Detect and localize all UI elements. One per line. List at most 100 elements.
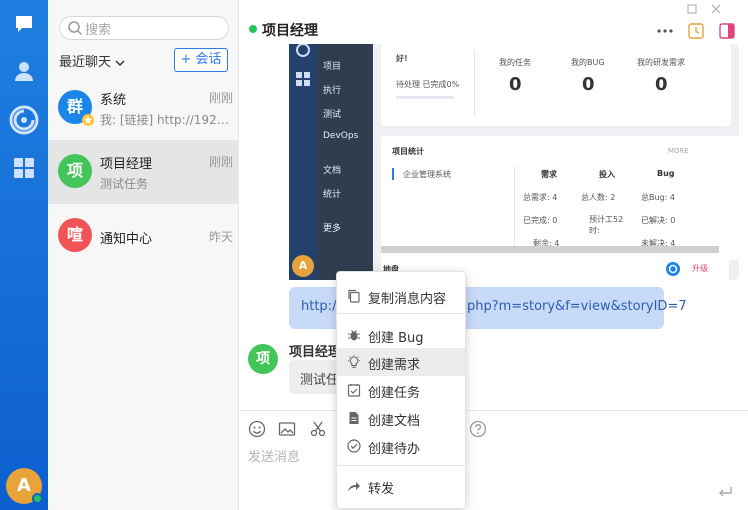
conversation-item-project-manager[interactable]: 项 项目经理 刚刚 测试任务 <box>48 140 239 204</box>
link-text-prefix[interactable]: http:// <box>301 299 341 314</box>
screenshot-stat-value: 0 <box>509 74 522 95</box>
screenshot-col-header: Bug <box>657 169 675 178</box>
sender-avatar[interactable]: 项 <box>248 344 278 374</box>
check-circle-icon <box>347 439 361 453</box>
screenshot-cell: 总Bug: 4 <box>641 193 675 202</box>
screenshot-logo-icon <box>296 44 310 57</box>
screenshot-divider <box>514 166 515 246</box>
menu-item-label: 复制消息内容 <box>368 292 447 307</box>
screenshot-menu-item: 项目 <box>323 62 342 72</box>
contact-avatar: 项 <box>58 154 92 188</box>
star-badge-icon <box>82 114 94 126</box>
online-status-dot <box>32 493 43 504</box>
forward-icon <box>348 482 360 491</box>
conversation-preview: 我: [链接] http://192.16... <box>100 113 230 127</box>
create-todo-menu-item[interactable]: 创建待办 <box>337 432 465 460</box>
zentao-logo-icon <box>9 105 39 135</box>
menu-divider <box>337 465 465 466</box>
search-placeholder: 搜索 <box>85 23 112 38</box>
notification-avatar: 喧 <box>58 218 92 252</box>
screenshot-divider <box>474 50 475 116</box>
screenshot-scissors-icon[interactable] <box>309 420 327 438</box>
create-bug-menu-item[interactable]: 创建 Bug <box>337 321 465 349</box>
maximize-icon[interactable] <box>687 4 697 14</box>
conversation-name: 通知中心 <box>100 232 153 247</box>
send-enter-icon[interactable] <box>717 486 733 500</box>
conversation-name: 项目经理 <box>100 157 153 172</box>
screenshot-project-name: 企业管理系统 <box>403 170 451 179</box>
emoji-icon[interactable] <box>248 420 266 438</box>
screenshot-col-header: 需求 <box>541 170 557 179</box>
screenshot-menu-item: 更多 <box>323 224 342 234</box>
screenshot-avatar: A <box>292 255 314 277</box>
sender-name: 项目经理 <box>289 345 342 360</box>
screenshot-col-header: 投入 <box>599 170 615 179</box>
conversation-preview: 测试任务 <box>100 177 149 191</box>
copy-message-menu-item[interactable]: 复制消息内容 <box>337 282 465 310</box>
forward-menu-item[interactable]: 转发 <box>337 472 465 500</box>
screenshot-menu-item: 测试 <box>323 110 342 120</box>
screenshot-menu <box>317 44 373 280</box>
conversation-item-notification-center[interactable]: 喧 通知中心 昨天 <box>48 204 239 268</box>
chat-nav-button[interactable] <box>0 4 48 44</box>
new-chat-button[interactable]: + 会话 <box>174 48 228 72</box>
task-icon <box>347 384 361 397</box>
message-input-placeholder: 发送消息 <box>248 450 301 465</box>
screenshot-cell: 总需求: 4 <box>523 193 558 202</box>
screenshot-progress-bar <box>396 96 454 99</box>
bug-icon <box>348 330 360 341</box>
screenshot-active-marker <box>392 168 394 180</box>
search-icon <box>68 21 83 36</box>
screenshot-pending: 待处理 已完成0% <box>396 80 460 89</box>
screenshot-logo-icon <box>666 262 680 276</box>
screenshot-stat-label: 我的研发需求 <box>637 58 685 67</box>
contacts-nav-button[interactable] <box>0 51 48 91</box>
create-document-menu-item[interactable]: 创建文档 <box>337 404 465 432</box>
screenshot-menu-item: 统计 <box>323 190 342 200</box>
close-icon[interactable] <box>711 4 721 14</box>
menu-item-label: 转发 <box>368 482 395 497</box>
copy-icon <box>348 289 360 303</box>
help-icon[interactable] <box>469 420 487 438</box>
conversation-time: 昨天 <box>208 230 233 244</box>
document-icon <box>349 412 359 424</box>
screenshot-cell: 已解决: 0 <box>641 216 676 225</box>
zentao-nav-button[interactable] <box>0 100 48 140</box>
screenshot-cell: 总人数: 2 <box>581 193 616 202</box>
message-text: 测试任 <box>300 373 340 388</box>
menu-item-label: 创建文档 <box>368 414 421 429</box>
apps-nav-button[interactable] <box>0 148 48 188</box>
screenshot-stat-label: 我的BUG <box>571 58 605 67</box>
screenshot-greeting: 好! <box>396 54 408 63</box>
lightbulb-icon <box>348 355 360 368</box>
menu-item-label: 创建待办 <box>368 442 421 457</box>
conversation-item-system[interactable]: 群 系统 刚刚 我: [链接] http://192.16... <box>48 76 239 140</box>
chat-icon <box>16 16 32 32</box>
screenshot-stat-value: 0 <box>655 74 668 95</box>
screenshot-more-link: MORE <box>668 147 689 155</box>
chat-title: 项目经理 <box>262 23 318 39</box>
online-status-dot <box>249 25 257 33</box>
menu-item-label: 创建任务 <box>368 386 421 401</box>
screenshot-menu-item: 执行 <box>323 86 342 96</box>
menu-item-label: 创建 Bug <box>368 331 424 346</box>
grid-icon <box>14 158 34 178</box>
more-options-icon[interactable] <box>656 25 674 37</box>
screenshot-stat-label: 我的任务 <box>499 58 531 67</box>
chevron-down-icon <box>115 59 125 66</box>
link-text-suffix[interactable]: php?m=story&f=view&storyID=7 <box>467 299 687 314</box>
sidebar-toggle-icon[interactable] <box>719 23 735 39</box>
screenshot-scrollbar <box>381 246 719 253</box>
recent-chats-label: 最近聊天 <box>59 55 112 70</box>
create-requirement-menu-item[interactable]: 创建需求 <box>337 348 465 376</box>
screenshot-cell: 已完成: 0 <box>523 216 558 225</box>
screenshot-section-title: 项目统计 <box>392 147 424 156</box>
conversation-time: 刚刚 <box>208 155 233 169</box>
screenshot-cell: 预计工52时: <box>589 215 624 235</box>
image-icon[interactable] <box>278 420 296 438</box>
recent-chats-dropdown[interactable]: 最近聊天 <box>59 51 125 70</box>
create-task-menu-item[interactable]: 创建任务 <box>337 376 465 404</box>
history-clock-icon[interactable] <box>688 23 704 39</box>
conversation-time: 刚刚 <box>208 91 233 105</box>
screenshot-upgrade-label: 升级 <box>692 264 708 273</box>
